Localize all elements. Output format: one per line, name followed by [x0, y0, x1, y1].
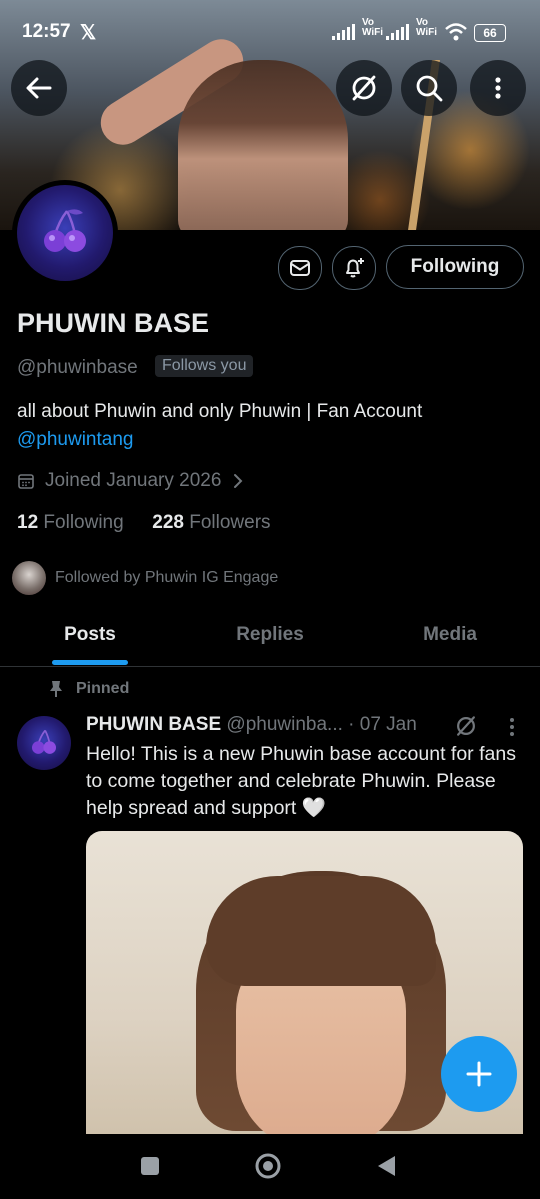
battery-icon: 66: [474, 24, 506, 42]
grok-icon: [352, 75, 376, 101]
recents-icon[interactable]: [140, 1156, 160, 1176]
cherry-icon: [44, 209, 86, 252]
system-nav-bar: [0, 1134, 540, 1199]
back-nav-icon[interactable]: [375, 1154, 397, 1178]
following-count: 12: [17, 512, 39, 533]
status-bar: 12:57 𝕏 Vo WiFi Vo WiFi 66: [0, 0, 540, 52]
notifications-button[interactable]: [332, 246, 376, 290]
cherry-avatar-image: [17, 185, 113, 281]
followed-by-text: Followed by Phuwin IG Engage: [55, 569, 279, 586]
followers-count: 228: [152, 512, 184, 533]
media-photo-bangs: [206, 876, 436, 986]
joined-date-text: Joined January 2026: [45, 470, 222, 491]
grok-icon[interactable]: [455, 715, 477, 737]
bio-mention-link[interactable]: @phuwintang: [17, 426, 133, 454]
wifi-icon: [445, 23, 467, 41]
more-vertical-icon: [495, 77, 501, 99]
cherry-icon: [32, 729, 56, 754]
followers-stat[interactable]: 228 Followers: [152, 512, 270, 533]
pinned-text: Pinned: [76, 680, 130, 697]
post-text: Hello! This is a new Phuwin base account…: [86, 743, 516, 819]
followers-label: Followers: [189, 512, 271, 533]
search-button[interactable]: [401, 60, 457, 116]
tab-posts[interactable]: Posts: [0, 624, 180, 646]
follows-you-badge: Follows you: [155, 355, 254, 377]
arrow-left-icon: [26, 77, 52, 99]
more-button[interactable]: [470, 60, 526, 116]
tab-replies[interactable]: Replies: [180, 624, 360, 646]
post-date: · 07 Jan: [348, 714, 417, 735]
active-tab-indicator: [52, 660, 128, 665]
post-author-name[interactable]: PHUWIN BASE: [86, 714, 221, 735]
x-app-icon: 𝕏: [80, 22, 97, 44]
tab-media[interactable]: Media: [360, 624, 540, 646]
grok-button[interactable]: [336, 60, 392, 116]
joined-date-row[interactable]: Joined January 2026: [17, 470, 245, 492]
compose-button[interactable]: [441, 1036, 517, 1112]
following-label: Following: [43, 512, 124, 533]
message-button[interactable]: [278, 246, 322, 290]
followed-by-row[interactable]: Followed by Phuwin IG Engage: [12, 561, 278, 595]
search-icon: [416, 75, 443, 102]
home-icon[interactable]: [254, 1152, 282, 1180]
post-author-handle[interactable]: @phuwinba...: [226, 714, 342, 735]
profile-tabs: Posts Replies Media: [0, 606, 540, 667]
bell-plus-icon: [346, 258, 364, 278]
follower-avatar: [12, 561, 46, 595]
vowifi-label: Vo WiFi: [362, 17, 384, 38]
post-more-icon[interactable]: [502, 716, 522, 738]
status-time: 12:57: [22, 21, 71, 42]
pin-icon: [50, 681, 62, 697]
plus-icon: [466, 1061, 492, 1087]
calendar-icon: [18, 474, 34, 489]
profile-avatar[interactable]: [12, 180, 118, 286]
following-button[interactable]: Following: [386, 245, 524, 289]
profile-name: PHUWIN BASE: [17, 308, 210, 338]
profile-bio: all about Phuwin and only Phuwin | Fan A…: [17, 401, 423, 422]
pinned-label-row: Pinned: [48, 680, 129, 698]
banner-photo-person: [178, 60, 348, 230]
vowifi-label: Vo WiFi: [416, 17, 438, 38]
following-stat[interactable]: 12 Following: [17, 512, 124, 533]
chevron-right-icon: [234, 474, 243, 488]
profile-handle: @phuwinbase: [17, 357, 138, 378]
signal-icon: [332, 24, 355, 40]
post-author-avatar[interactable]: [17, 716, 71, 770]
signal-icon: [386, 24, 409, 40]
mail-icon: [290, 260, 310, 276]
follow-stats: 12 Following 228 Followers: [17, 512, 271, 534]
post-header: PHUWIN BASE @phuwinba... · 07 Jan: [86, 714, 417, 736]
back-button[interactable]: [11, 60, 67, 116]
